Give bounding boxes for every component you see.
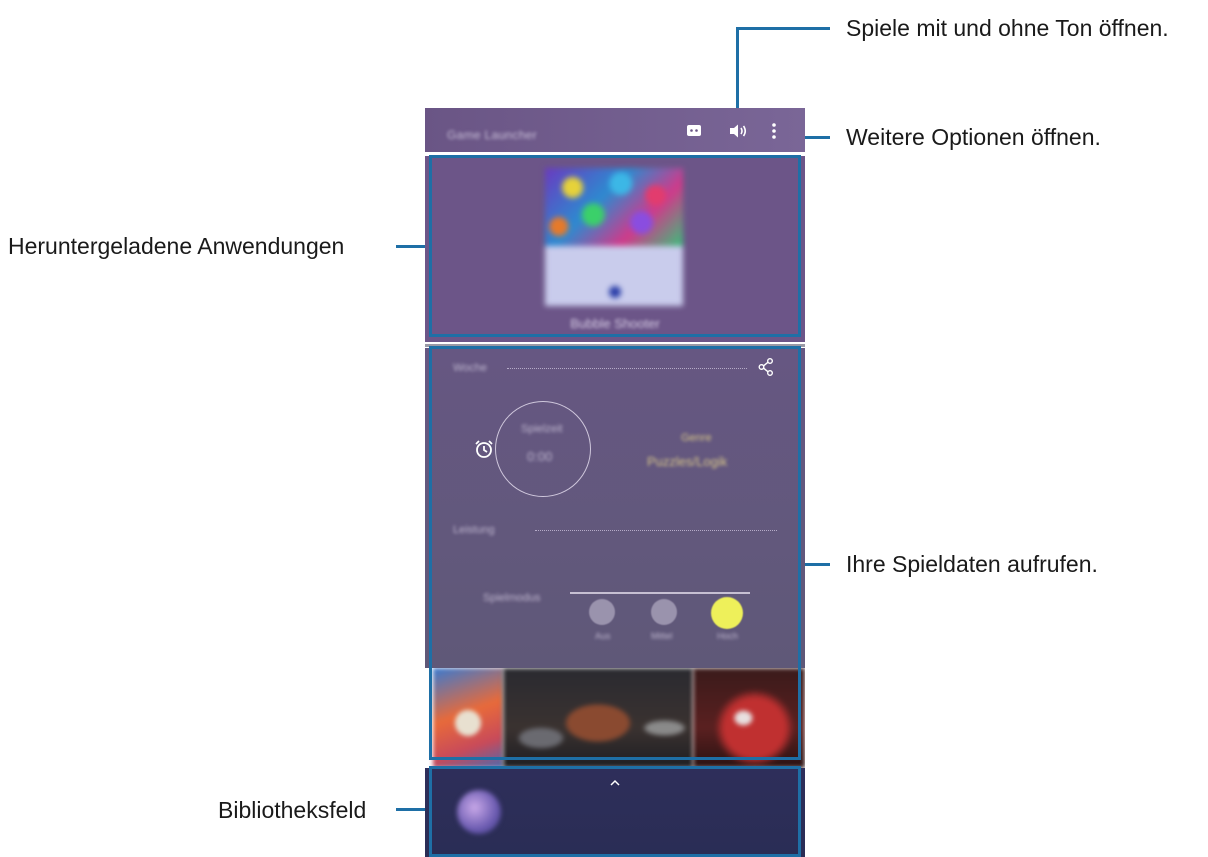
callout-sound: Spiele mit und ohne Ton öffnen. — [846, 15, 1169, 41]
callout-library-panel: Bibliotheksfeld — [218, 797, 367, 823]
callout-game-data: Ihre Spieldaten aufrufen. — [846, 551, 1098, 577]
highlight-game-data — [429, 346, 801, 760]
more-vertical-icon[interactable] — [763, 120, 785, 142]
top-bar: Game Launcher — [425, 108, 805, 152]
speaker-icon[interactable] — [727, 120, 749, 142]
callout-downloaded-apps: Heruntergeladene Anwendungen — [8, 233, 345, 259]
highlight-library — [429, 766, 801, 857]
callout-more-options: Weitere Optionen öffnen. — [846, 124, 1101, 150]
callout-line-sound-horizontal — [736, 27, 830, 30]
app-title: Game Launcher — [447, 128, 537, 142]
highlight-downloaded-apps — [429, 155, 801, 337]
discord-icon[interactable] — [683, 120, 705, 142]
